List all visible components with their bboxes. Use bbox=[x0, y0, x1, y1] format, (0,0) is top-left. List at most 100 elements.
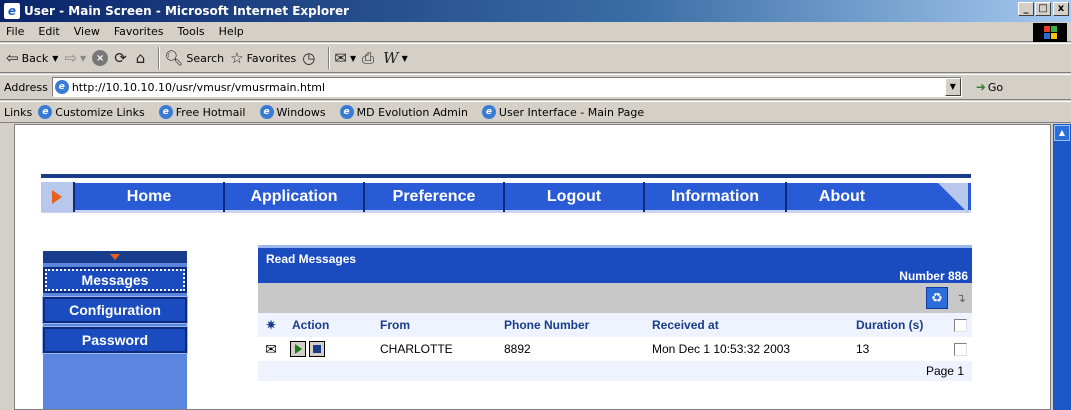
menu-tools[interactable]: Tools bbox=[171, 25, 212, 38]
column-duration[interactable]: Duration (s) bbox=[856, 318, 948, 332]
sidebar-item-messages[interactable]: Messages bbox=[43, 267, 187, 293]
cell-duration: 13 bbox=[856, 342, 870, 356]
nav-information[interactable]: Information bbox=[645, 181, 787, 212]
sidebar-item-password[interactable]: Password bbox=[42, 326, 188, 354]
go-arrow-icon: ➜ bbox=[975, 80, 986, 94]
back-label: Back bbox=[21, 51, 49, 65]
chevron-down-icon bbox=[110, 254, 120, 260]
page-icon: e bbox=[339, 105, 354, 119]
sidebar-item-configuration[interactable]: Configuration bbox=[42, 296, 188, 324]
nav-home[interactable]: Home bbox=[75, 181, 225, 212]
link-label: MD Evolution Admin bbox=[356, 105, 468, 119]
close-button[interactable]: x bbox=[1053, 2, 1069, 16]
nav-preference[interactable]: Preference bbox=[365, 181, 505, 212]
column-action: Action bbox=[292, 318, 330, 332]
link-md-evolution-admin[interactable]: e MD Evolution Admin bbox=[339, 105, 468, 119]
page-icon: e bbox=[38, 105, 53, 119]
back-button[interactable]: ⇦ Back ▼ bbox=[6, 49, 58, 67]
maximize-button[interactable]: □ bbox=[1035, 2, 1051, 16]
cell-phone-number: 8892 bbox=[504, 342, 531, 356]
home-icon: ⌂ bbox=[135, 49, 146, 67]
table-row: ✉ CHARLOTTE 8892 Mon Dec 1 10:53:32 2003… bbox=[258, 337, 972, 361]
forward-dropdown-icon[interactable]: ▼ bbox=[80, 54, 86, 63]
go-button[interactable]: ➜ Go bbox=[976, 80, 1003, 94]
link-windows[interactable]: e Windows bbox=[259, 105, 326, 119]
menu-favorites[interactable]: Favorites bbox=[107, 25, 171, 38]
page-icon: e bbox=[54, 80, 69, 94]
stop-message-button[interactable] bbox=[309, 341, 325, 357]
back-dropdown-icon[interactable]: ▼ bbox=[52, 54, 58, 63]
address-dropdown-button[interactable]: ▼ bbox=[944, 78, 961, 96]
forward-message-icon[interactable]: ↴ bbox=[956, 291, 966, 305]
mail-dropdown-icon[interactable]: ▼ bbox=[350, 54, 356, 63]
scroll-up-arrow-icon[interactable]: ▲ bbox=[1054, 125, 1070, 141]
nav-application[interactable]: Application bbox=[225, 181, 365, 212]
nav-logout[interactable]: Logout bbox=[505, 181, 645, 212]
recycle-bin-icon: ♻ bbox=[931, 290, 943, 306]
favorites-star-icon: ☆ bbox=[230, 49, 244, 67]
home-button[interactable]: ⌂ bbox=[136, 49, 149, 67]
link-free-hotmail[interactable]: e Free Hotmail bbox=[158, 105, 246, 119]
window-title: User - Main Screen - Microsoft Internet … bbox=[24, 4, 350, 18]
sidebar-collapse-button[interactable] bbox=[43, 251, 187, 263]
column-phone-number[interactable]: Phone Number bbox=[504, 318, 652, 332]
nav-play-button[interactable] bbox=[41, 181, 75, 212]
delete-messages-button[interactable]: ♻ bbox=[925, 287, 948, 309]
column-received-at[interactable]: Received at bbox=[652, 318, 856, 332]
forward-button[interactable]: ⇨ ▼ bbox=[64, 49, 86, 67]
action-cell bbox=[284, 341, 380, 357]
link-label: Customize Links bbox=[55, 105, 145, 119]
toolbar-separator bbox=[158, 47, 161, 69]
stop-icon bbox=[313, 345, 321, 353]
link-label: Free Hotmail bbox=[175, 105, 246, 119]
panel-header: Read Messages Number 886 bbox=[258, 245, 972, 283]
page-icon: e bbox=[158, 105, 173, 119]
address-url: http://10.10.10.10/usr/vmusr/vmusrmain.h… bbox=[71, 80, 326, 94]
menu-edit[interactable]: Edit bbox=[31, 25, 66, 38]
edit-button[interactable]: W ▼ bbox=[383, 49, 408, 67]
link-customize-links[interactable]: e Customize Links bbox=[38, 105, 145, 119]
row-checkbox[interactable] bbox=[948, 342, 972, 356]
word-edit-icon: W bbox=[383, 49, 399, 67]
pagination: Page 1 bbox=[258, 361, 972, 381]
address-bar: Address e http://10.10.10.10/usr/vmusr/v… bbox=[0, 74, 1071, 100]
refresh-icon: ⟳ bbox=[114, 49, 127, 67]
address-input[interactable]: e http://10.10.10.10/usr/vmusr/vmusrmain… bbox=[51, 77, 962, 97]
menu-file[interactable]: File bbox=[0, 25, 31, 38]
stop-button[interactable]: × bbox=[92, 50, 109, 66]
favorites-label: Favorites bbox=[246, 51, 297, 65]
links-bar: Links e Customize Links e Free Hotmail e… bbox=[0, 101, 1071, 123]
link-user-interface-main-page[interactable]: e User Interface - Main Page bbox=[481, 105, 644, 119]
mail-button[interactable]: ✉ ▼ bbox=[334, 49, 356, 67]
history-button[interactable]: ◷ bbox=[302, 49, 318, 67]
refresh-button[interactable]: ⟳ bbox=[114, 49, 130, 67]
read-messages-panel: Read Messages Number 886 ♻ ↴ ✷ Action Fr… bbox=[258, 245, 972, 405]
windows-logo-icon bbox=[1033, 23, 1067, 42]
minimize-button[interactable]: _ bbox=[1018, 2, 1034, 16]
table-header: ✷ Action From Phone Number Received at D… bbox=[258, 313, 972, 337]
favorites-button[interactable]: ☆ Favorites bbox=[230, 49, 296, 67]
print-button[interactable]: ⎙ bbox=[362, 49, 377, 67]
toolbar-separator bbox=[328, 47, 331, 69]
nav-about[interactable]: About bbox=[787, 182, 897, 212]
page-content: Home Application Preference Logout Infor… bbox=[14, 124, 1051, 410]
menu-help[interactable]: Help bbox=[212, 25, 251, 38]
forward-arrow-icon: ⇨ bbox=[64, 49, 78, 67]
go-label: Go bbox=[987, 80, 1004, 94]
menu-view[interactable]: View bbox=[67, 25, 107, 38]
menu-bar: File Edit View Favorites Tools Help bbox=[0, 22, 1071, 42]
play-icon bbox=[294, 344, 302, 354]
left-gutter bbox=[0, 124, 14, 410]
vertical-scrollbar[interactable]: ▲ bbox=[1053, 124, 1071, 410]
edit-dropdown-icon[interactable]: ▼ bbox=[402, 54, 408, 63]
play-message-button[interactable] bbox=[290, 341, 306, 357]
navbar-top-rule bbox=[41, 174, 971, 178]
links-label: Links bbox=[4, 105, 33, 119]
search-button[interactable]: 🔍︎ Search bbox=[164, 49, 224, 67]
select-all-checkbox[interactable] bbox=[948, 318, 972, 332]
envelope-icon: ✉ bbox=[265, 340, 277, 357]
column-from[interactable]: From bbox=[380, 318, 504, 332]
search-label: Search bbox=[186, 51, 225, 65]
navbar-end-cap bbox=[938, 183, 968, 213]
message-count: Number 886 bbox=[899, 269, 968, 283]
